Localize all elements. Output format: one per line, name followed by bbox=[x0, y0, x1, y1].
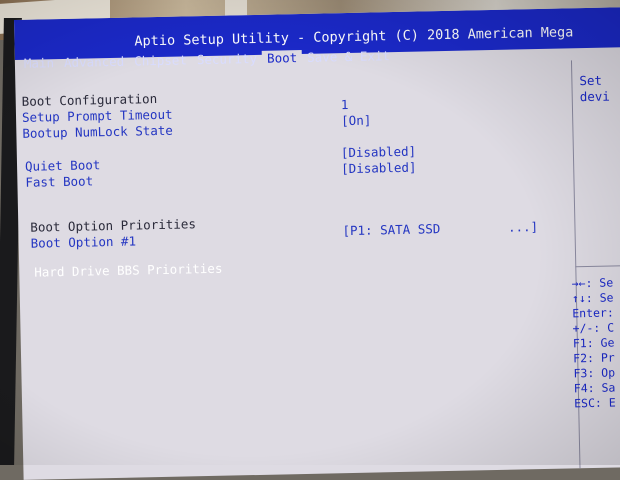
quiet-boot-value[interactable]: [Disabled] bbox=[341, 144, 417, 161]
window-title: Aptio Setup Utility - Copyright (C) 2018… bbox=[134, 24, 574, 50]
key-help-panel: →←: Se ↑↓: Se Enter: +/-: C F1: Ge F2: P… bbox=[571, 276, 615, 412]
panel-divider bbox=[570, 60, 581, 480]
boot-option-1-value[interactable]: [P1: SATA SSD ...] bbox=[342, 219, 538, 238]
help-text-line-1: Set bbox=[579, 72, 603, 89]
fast-boot-value[interactable]: [Disabled] bbox=[341, 160, 417, 177]
key-help-esc: ESC: E bbox=[574, 395, 616, 411]
setup-prompt-timeout-label[interactable]: Setup Prompt Timeout bbox=[22, 107, 173, 125]
key-help-select-item: ↑↓: Se bbox=[571, 290, 614, 306]
key-help-change: +/-: C bbox=[572, 320, 615, 336]
key-help-f3: F3: Op bbox=[573, 365, 616, 381]
fast-boot-label[interactable]: Fast Boot bbox=[25, 173, 93, 189]
hard-drive-bbs-priorities[interactable]: Hard Drive BBS Priorities bbox=[34, 261, 222, 280]
help-text-line-2: devi bbox=[579, 88, 610, 105]
tab-advanced[interactable]: Advanced bbox=[59, 54, 130, 71]
key-help-f4: F4: Sa bbox=[573, 380, 616, 396]
bootup-numlock-state-label[interactable]: Bootup NumLock State bbox=[22, 123, 173, 141]
key-help-f1: F1: Ge bbox=[572, 335, 615, 351]
tab-chipset[interactable]: Chipset bbox=[129, 52, 192, 69]
boot-priorities-heading: Boot Option Priorities bbox=[30, 216, 197, 235]
key-help-f2: F2: Pr bbox=[573, 350, 615, 366]
help-separator bbox=[575, 264, 620, 268]
bios-screen: Aptio Setup Utility - Copyright (C) 2018… bbox=[14, 7, 620, 480]
key-help-enter: Enter: bbox=[572, 305, 614, 321]
setup-prompt-timeout-value[interactable]: 1 bbox=[341, 97, 349, 112]
section-title: Boot Configuration bbox=[21, 91, 158, 109]
bootup-numlock-state-value[interactable]: [On] bbox=[341, 113, 371, 129]
tab-security[interactable]: Security bbox=[192, 51, 263, 68]
tab-main[interactable]: Main bbox=[19, 55, 59, 72]
tab-boot[interactable]: Boot bbox=[261, 49, 303, 67]
quiet-boot-label[interactable]: Quiet Boot bbox=[25, 157, 101, 174]
boot-option-1-label[interactable]: Boot Option #1 bbox=[31, 233, 137, 250]
key-help-select-screen: →←: Se bbox=[571, 275, 614, 291]
tab-save-exit[interactable]: Save & Exit bbox=[302, 48, 395, 66]
